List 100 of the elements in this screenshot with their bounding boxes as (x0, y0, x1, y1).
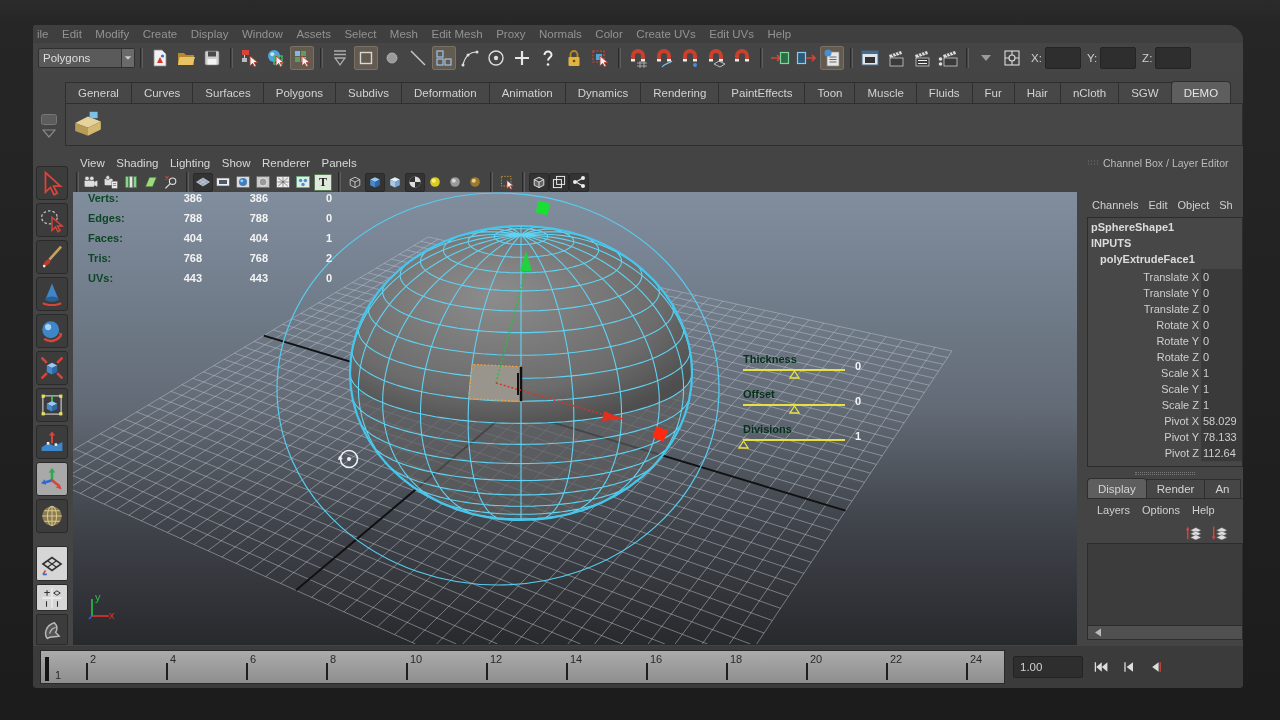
attribute-name[interactable]: Translate X (1088, 269, 1201, 286)
menu-item[interactable]: Display (190, 28, 229, 40)
menu-item[interactable]: Modify (95, 28, 130, 40)
circle-frame-icon (255, 174, 271, 190)
slider-thumb[interactable] (788, 370, 800, 379)
attribute-name[interactable]: Rotate Z (1088, 349, 1201, 366)
toolbar-button[interactable] (820, 46, 844, 70)
document-icon (150, 48, 170, 68)
shelf-tab[interactable]: DEMO (1170, 81, 1232, 103)
panel-tab[interactable]: Display (1087, 478, 1147, 498)
menu-item[interactable]: Assets (296, 28, 331, 40)
menu-item[interactable]: Options (1142, 504, 1180, 516)
attribute-name[interactable]: Pivot X (1088, 413, 1201, 430)
toolbar-button[interactable] (549, 172, 569, 192)
toolbar-button[interactable] (365, 172, 385, 192)
grip-icon[interactable] (1087, 160, 1099, 166)
menu-item[interactable]: Edit UVs (709, 28, 754, 40)
menu-item[interactable]: Window (241, 28, 283, 40)
frame-tick (326, 663, 328, 680)
menu-item[interactable]: Proxy (496, 28, 526, 40)
wire-cube-icon (347, 174, 363, 190)
menu-item[interactable]: Normals (539, 28, 582, 40)
tool-button[interactable] (35, 314, 68, 348)
toolbar-button[interactable] (529, 172, 549, 192)
menu-item[interactable]: Help (1191, 504, 1215, 516)
viewport[interactable]: Verts: 386 386 0 Edges: 788 788 0 Faces: 404 404 1 Tris: 768 768 2 UVs: 443 443 0 Thickness 0 Offset 0 Divisions 1 y x (73, 192, 1077, 645)
panel-tab[interactable]: An (1204, 479, 1241, 498)
slider-thumb[interactable] (788, 405, 800, 414)
scroll-left-icon[interactable] (1094, 628, 1102, 637)
menu-item[interactable]: Mesh (389, 28, 418, 40)
move-manipulator[interactable] (495, 200, 668, 442)
menu-item[interactable]: Create UVs (636, 28, 696, 40)
layout-button[interactable] (35, 584, 68, 611)
attribute-name[interactable]: Translate Y (1088, 285, 1201, 302)
menu-item[interactable]: Layers (1097, 504, 1131, 516)
splitter-handle[interactable] (1135, 471, 1195, 475)
toolbar-button[interactable] (193, 172, 213, 192)
time-slider[interactable]: 1 2 4 6 8 10 12 14 16 18 20 22 24 (40, 650, 1005, 684)
menu-item[interactable]: Shading (116, 157, 159, 169)
menu-item[interactable]: Sh (1219, 199, 1233, 211)
shelf-tab[interactable]: General (65, 82, 132, 103)
caret-icon[interactable] (42, 129, 56, 138)
menu-item[interactable]: Edit (1148, 199, 1168, 211)
scrollbar[interactable] (1088, 625, 1242, 639)
attribute-name[interactable]: Pivot Y (1088, 429, 1201, 446)
toolbar-button[interactable] (569, 172, 589, 192)
menu-item[interactable]: Show (221, 157, 251, 169)
layout-button[interactable] (35, 614, 68, 645)
attribute-field[interactable]: 112.64 (1201, 445, 1242, 462)
coordinate-label: Z: (1142, 52, 1153, 64)
coordinate-field[interactable] (1155, 47, 1192, 69)
frame-tick (646, 663, 648, 680)
attribute-name[interactable]: Translate Z (1088, 301, 1201, 318)
tool-button[interactable] (35, 240, 68, 274)
menu-item[interactable]: Select (344, 28, 377, 40)
attribute-name[interactable]: Scale X (1088, 365, 1201, 382)
attribute-name[interactable]: Scale Z (1088, 397, 1201, 414)
coordinate-field[interactable] (1100, 47, 1137, 69)
window-icon (860, 48, 880, 68)
menu-item[interactable]: View (80, 157, 105, 169)
menu-item[interactable]: Help (767, 28, 792, 40)
current-time-field[interactable]: 1.00 (1013, 656, 1083, 678)
menu-item[interactable]: Object (1177, 199, 1210, 211)
component-cursor-icon (292, 48, 312, 68)
pivot-icon[interactable] (338, 449, 359, 469)
menu-item[interactable]: ile (37, 28, 49, 40)
menu-item[interactable]: Renderer (262, 157, 310, 169)
object-cursor-icon (266, 48, 286, 68)
toolbar-button[interactable] (290, 46, 314, 70)
menu-item[interactable]: Lighting (169, 157, 211, 169)
attribute-name[interactable]: Pivot Z (1088, 445, 1201, 462)
tool-button[interactable] (35, 462, 68, 496)
tool-button[interactable] (35, 388, 68, 422)
tool-button[interactable] (35, 499, 68, 533)
slider-thumb[interactable] (737, 440, 749, 449)
stat-value: 404 (249, 232, 268, 244)
tool-button[interactable] (35, 351, 68, 385)
tool-button[interactable] (35, 203, 68, 237)
overlapping-squares-icon (551, 174, 567, 190)
slider-label: Offset (743, 388, 775, 401)
menu-item[interactable]: Create (142, 28, 178, 40)
menu-item[interactable]: Channels (1092, 199, 1139, 211)
node-name[interactable]: polyExtrudeFace1 (1088, 253, 1195, 269)
coordinate-field[interactable] (1044, 47, 1081, 69)
menu-item[interactable]: Color (595, 28, 623, 40)
menu-item[interactable]: Panels (321, 157, 357, 169)
stat-label: Tris: (88, 252, 113, 264)
menu-item[interactable]: Edit Mesh (431, 28, 483, 40)
toolbar-button[interactable] (405, 172, 425, 192)
sphere-mesh[interactable] (348, 224, 694, 522)
mode-dropdown[interactable]: Polygons (38, 48, 135, 68)
document-lines-icon (822, 48, 842, 68)
menu-item[interactable]: Edit (62, 28, 82, 40)
layout-button[interactable] (35, 546, 68, 581)
stat-value: 0 (325, 192, 332, 204)
attribute-name[interactable]: Rotate X (1088, 317, 1201, 334)
attribute-name[interactable]: Rotate Y (1088, 333, 1201, 350)
attribute-name[interactable]: Scale Y (1088, 381, 1201, 398)
frame-label: 6 (250, 653, 257, 665)
node-name[interactable]: pSphereShape1 (1088, 221, 1175, 237)
